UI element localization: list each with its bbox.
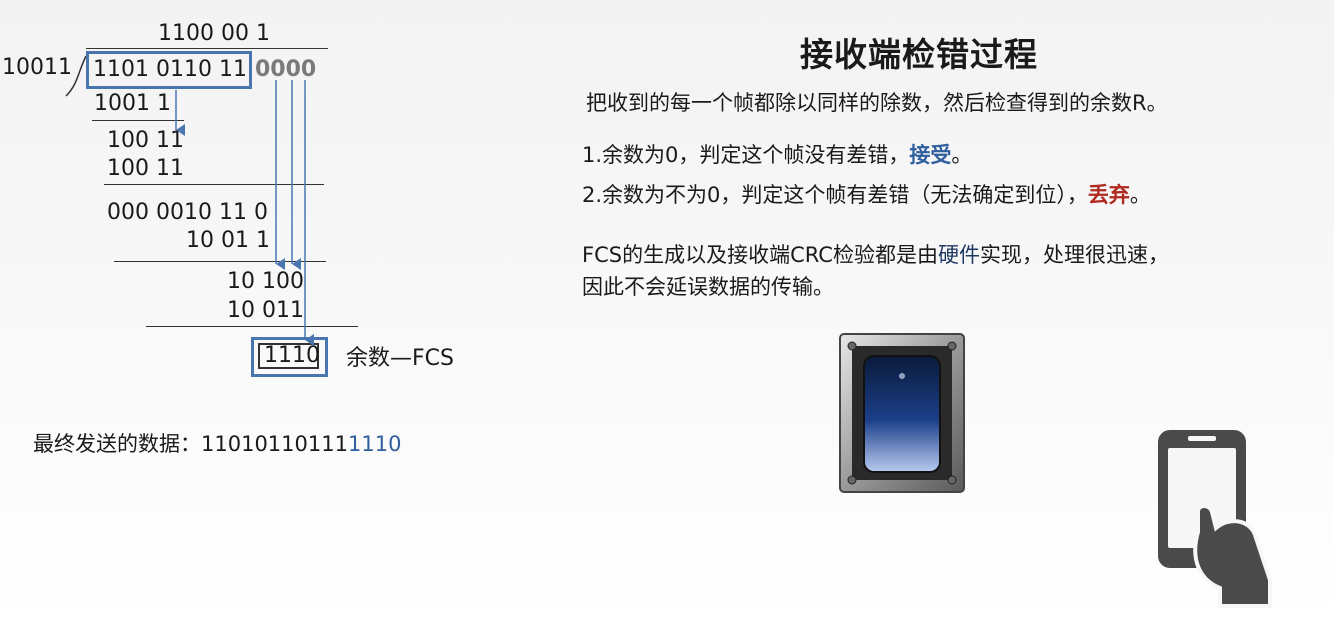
- rule-discard: 2.余数为不为0，判定这个帧有差错（无法确定到位），丢弃。: [582, 180, 1151, 210]
- hardware-note-line-1: FCS的生成以及接收端CRC检验都是由硬件实现，处理很迅速，: [582, 240, 1169, 270]
- final-data-main: 11010110111: [201, 432, 348, 456]
- intro-text: 把收到的每一个帧都除以同样的除数，然后检查得到的余数R。: [586, 91, 1168, 115]
- final-data-line: 最终发送的数据：110101101111110: [33, 428, 401, 458]
- rule-discard-text: 2.余数为不为0，判定这个帧有差错（无法确定到位），: [582, 183, 1088, 207]
- section-title: 接收端检错过程: [800, 35, 1038, 74]
- bring-down-arrows: [175, 80, 314, 346]
- hardware-keyword: 硬件: [937, 243, 980, 267]
- rule-accept-text: 1.余数为0，判定这个帧没有差错，: [582, 143, 910, 167]
- hardware-note-line-2: 因此不会延误数据的传输。: [582, 275, 834, 299]
- rocker-switch-icon: [839, 333, 965, 493]
- rule-accept: 1.余数为0，判定这个帧没有差错，接受。: [582, 140, 972, 170]
- final-data-label: 最终发送的数据：: [33, 432, 201, 456]
- discard-keyword: 丢弃: [1087, 183, 1130, 207]
- note-part-c: 实现，处理很迅速，: [979, 243, 1169, 267]
- rule-accept-end: 。: [951, 143, 973, 167]
- final-data-fcs: 1110: [347, 432, 402, 456]
- accept-keyword: 接受: [909, 143, 952, 167]
- note-part-a: FCS的生成以及接收端CRC检验都是由: [582, 243, 938, 267]
- rule-discard-end: 。: [1129, 183, 1151, 207]
- hand-holding-phone-icon: [1158, 430, 1272, 608]
